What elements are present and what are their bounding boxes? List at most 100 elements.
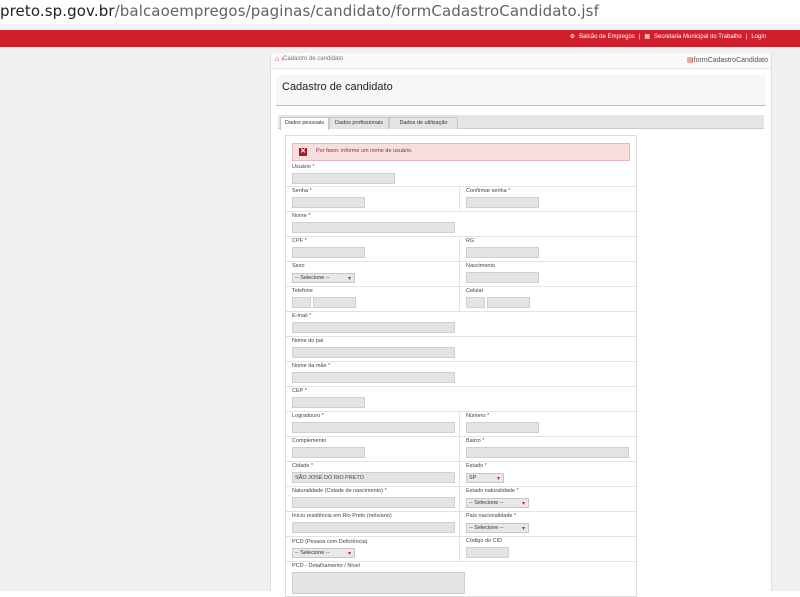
separator: | <box>745 34 748 40</box>
senha-input[interactable] <box>292 197 365 208</box>
label-estado-naturalidade: Estado naturalidade * <box>466 488 519 494</box>
top-nav-bar: ⚙ Balcão de Empregos | ▦ Secretaria Municipa… <box>0 30 800 47</box>
row-residencia-pais: Início residência em Rio Preto (mês/ano)… <box>286 511 636 537</box>
tab-bar: Dados pessoais Dados profissionais Dados… <box>278 115 764 130</box>
row-pcd: PCD (Pessoa com Deficiência) -- Selecion… <box>286 536 636 562</box>
url-text[interactable]: preto.sp.gov.br/balcaoempregos/paginas/c… <box>0 2 599 20</box>
row-sexo-nascimento: Sexo -- Selecione -- ▾ Nascimento <box>286 261 636 287</box>
codigo-cid-input[interactable] <box>466 547 509 558</box>
row-nome: Nome * <box>286 211 636 237</box>
pais-nacionalidade-select[interactable]: -- Selecione -- ▾ <box>466 523 529 533</box>
confirmar-senha-input[interactable] <box>466 197 539 208</box>
label-inicio-residencia: Início residência em Rio Preto (mês/ano) <box>292 513 392 519</box>
chevron-down-icon: ▾ <box>347 276 351 282</box>
label-nome-pai: Nome do pai <box>292 338 324 344</box>
complemento-input[interactable] <box>292 447 365 458</box>
celular-ddd-input[interactable] <box>466 297 485 308</box>
label-confirmar-senha: Confirmar senha * <box>466 188 511 194</box>
telefone-numero-input[interactable] <box>313 297 356 308</box>
chevron-down-icon: ▾ <box>521 501 525 507</box>
tab-dados-profissionais[interactable]: Dados profissionais <box>329 117 389 129</box>
usuario-input[interactable] <box>292 173 395 184</box>
naturalidade-input[interactable] <box>292 497 455 508</box>
sexo-select-value: -- Selecione -- <box>295 275 330 281</box>
estado-naturalidade-select[interactable]: -- Selecione -- ▾ <box>466 498 529 508</box>
sexo-select[interactable]: -- Selecione -- ▾ <box>292 273 355 283</box>
link-secretaria[interactable]: Secretaria Municipal do Trabalho <box>654 34 742 40</box>
tab-dados-pessoais[interactable]: Dados pessoais <box>280 117 329 130</box>
label-logradouro: Logradouro * <box>292 413 324 419</box>
label-nome-mae: Nome da mãe * <box>292 363 331 369</box>
nome-input[interactable] <box>292 222 455 233</box>
row-cpf-rg: CPF * RG <box>286 236 636 262</box>
form-id-text: formCadastroCandidato <box>693 57 768 64</box>
email-input[interactable] <box>292 322 455 333</box>
pcd-select-value: -- Selecione -- <box>295 550 330 556</box>
telefone-ddd-input[interactable] <box>292 297 311 308</box>
column-divider <box>459 436 460 461</box>
chevron-down-icon: ▾ <box>347 551 351 557</box>
breadcrumb: ⌂ › Cadastro de candidato ▤formCadastroC… <box>271 53 771 69</box>
row-nome-mae: Nome da mãe * <box>286 361 636 387</box>
label-rg: RG <box>466 238 475 244</box>
label-pais-nacionalidade: País nacionalidade * <box>466 513 517 519</box>
label-cep: CEP * <box>292 388 307 394</box>
estado-naturalidade-value: -- Selecione -- <box>469 500 504 506</box>
column-divider <box>459 461 460 486</box>
label-nascimento: Nascimento <box>466 263 496 269</box>
nascimento-input[interactable] <box>466 272 539 283</box>
link-balcao-empregos[interactable]: Balcão de Empregos <box>579 34 635 40</box>
breadcrumb-current: Cadastro de candidato <box>283 56 344 62</box>
label-cidade: Cidade * <box>292 463 314 469</box>
rg-input[interactable] <box>466 247 539 258</box>
page-title: Cadastro de candidato <box>282 81 393 93</box>
label-complemento: Complemento <box>292 438 327 444</box>
celular-numero-input[interactable] <box>487 297 530 308</box>
pcd-select[interactable]: -- Selecione -- ▾ <box>292 548 355 558</box>
url-host: preto.sp.gov.br <box>0 2 115 20</box>
row-cidade-estado: Cidade * SÃO JOSÉ DO RIO PRETO Estado * … <box>286 461 636 487</box>
numero-input[interactable] <box>466 422 539 433</box>
inicio-residencia-input[interactable] <box>292 522 455 533</box>
cidade-input[interactable]: SÃO JOSÉ DO RIO PRETO <box>292 472 455 483</box>
label-sexo: Sexo <box>292 263 305 269</box>
row-pcd-detalhamento: PCD - Detalhamento / Nível <box>286 561 636 595</box>
label-cpf: CPF * <box>292 238 307 244</box>
building-icon: ▦ <box>644 34 651 40</box>
cpf-input[interactable] <box>292 247 365 258</box>
cep-input[interactable] <box>292 397 365 408</box>
row-nome-pai: Nome do pai <box>286 336 636 362</box>
bairro-input[interactable] <box>466 447 629 458</box>
error-message-box: ✕ Por favor, informe um nome de usuário. <box>292 143 630 161</box>
label-usuario: Usuário * <box>292 164 315 170</box>
form-container: ✕ Por favor, informe um nome de usuário.… <box>285 135 637 597</box>
estado-select[interactable]: SP ▾ <box>466 473 504 483</box>
chevron-down-icon: ▾ <box>496 476 500 482</box>
error-icon: ✕ <box>299 148 307 156</box>
chevron-down-icon: ▾ <box>521 526 525 532</box>
pais-nacionalidade-value: -- Selecione -- <box>469 525 504 531</box>
estado-select-value: SP <box>469 475 477 481</box>
label-nome: Nome * <box>292 213 311 219</box>
row-telefone-celular: Telefone Celular <box>286 286 636 312</box>
link-login[interactable]: Login <box>751 34 766 40</box>
label-celular: Celular <box>466 288 484 294</box>
url-path: /balcaoempregos/paginas/candidato/formCa… <box>114 2 599 20</box>
label-naturalidade: Naturalidade (Cidade de nascimento) * <box>292 488 387 494</box>
label-numero: Número * <box>466 413 490 419</box>
nome-pai-input[interactable] <box>292 347 455 358</box>
tab-dados-utilizacao[interactable]: Dados de utilização <box>389 117 458 129</box>
error-message: Por favor, informe um nome de usuário. <box>316 148 413 154</box>
content-panel: ⌂ › Cadastro de candidato ▤formCadastroC… <box>270 53 772 597</box>
row-complemento-bairro: Complemento Bairro * <box>286 436 636 462</box>
column-divider <box>459 536 460 561</box>
label-estado: Estado * <box>466 463 487 469</box>
address-bar[interactable]: preto.sp.gov.br/balcaoempregos/paginas/c… <box>0 0 800 24</box>
logradouro-input[interactable] <box>292 422 455 433</box>
top-nav-links: ⚙ Balcão de Empregos | ▦ Secretaria Municipa… <box>568 33 768 40</box>
column-divider <box>459 186 460 211</box>
form-id-label: ▤formCadastroCandidato <box>687 56 768 64</box>
column-divider <box>459 236 460 261</box>
nome-mae-input[interactable] <box>292 372 455 383</box>
row-usuario: Usuário * <box>286 163 636 187</box>
